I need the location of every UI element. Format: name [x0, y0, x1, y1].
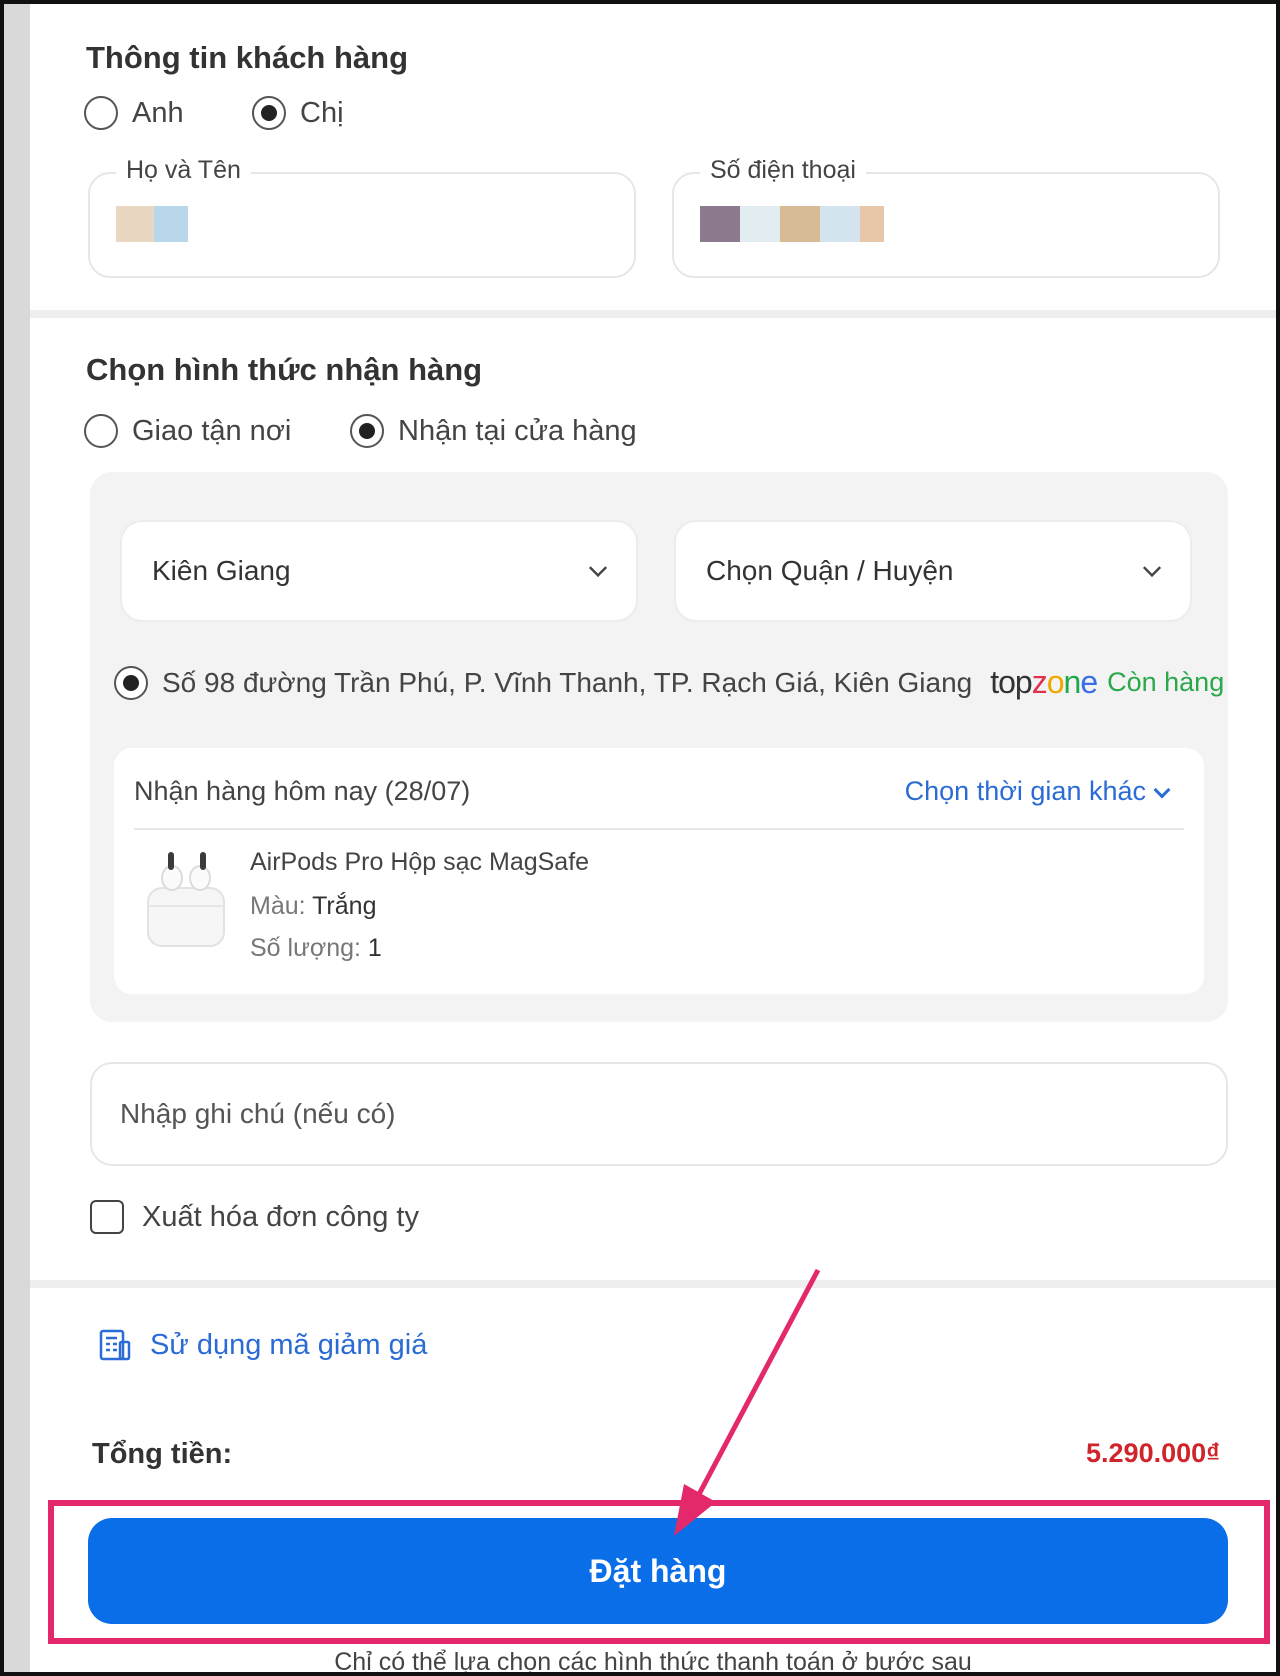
- receive-method-title: Chọn hình thức nhận hàng: [86, 352, 483, 387]
- phone-redacted-value: [700, 206, 884, 242]
- radio-home-delivery[interactable]: Giao tận nơi: [84, 414, 291, 448]
- radio-anh[interactable]: Anh: [84, 96, 184, 130]
- total-label: Tổng tiền:: [92, 1438, 233, 1470]
- product-name: AirPods Pro Hộp sạc MagSafe: [250, 848, 590, 876]
- full-name-legend: Họ và Tên: [116, 156, 251, 185]
- province-select-value: Kiên Giang: [152, 555, 291, 586]
- place-order-button[interactable]: Đặt hàng: [88, 1518, 1228, 1624]
- district-select[interactable]: Chọn Quận / Huyện: [674, 520, 1192, 622]
- delivery-card: Nhận hàng hôm nay (28/07) Chọn thời gian…: [114, 748, 1204, 994]
- payment-footnote: Chỉ có thể lựa chọn các hình thức thanh …: [334, 1648, 972, 1672]
- checkout-form: Thông tin khách hàng Anh Chị Họ và Tên S…: [30, 4, 1276, 1672]
- delivery-divider: [134, 828, 1184, 830]
- radio-store-pickup-dot[interactable]: [350, 414, 384, 448]
- chevron-down-icon: [1142, 558, 1162, 578]
- left-gutter: [4, 4, 30, 1672]
- district-select-value: Chọn Quận / Huyện: [706, 555, 954, 586]
- store-option[interactable]: Số 98 đường Trần Phú, P. Vĩnh Thanh, TP.…: [114, 664, 1224, 701]
- stock-status: Còn hàng: [1107, 667, 1225, 697]
- radio-chi-dot[interactable]: [252, 96, 286, 130]
- full-name-field[interactable]: Họ và Tên: [88, 156, 636, 278]
- product-color-label: Màu:: [250, 892, 306, 920]
- product-color: Màu: Trắng: [250, 892, 376, 921]
- coupon-icon: [99, 1329, 131, 1361]
- phone-field[interactable]: Số điện thoại: [672, 156, 1220, 278]
- product-qty-label: Số lượng:: [250, 934, 361, 962]
- section-divider: [30, 310, 1276, 318]
- store-address: Số 98 đường Trần Phú, P. Vĩnh Thanh, TP.…: [162, 666, 973, 698]
- chevron-down-icon[interactable]: [1153, 781, 1171, 799]
- company-invoice-option[interactable]: Xuất hóa đơn công ty: [90, 1200, 419, 1234]
- radio-store-pickup[interactable]: Nhận tại cửa hàng: [350, 414, 637, 448]
- product-color-value: Trắng: [312, 892, 377, 920]
- radio-store-pickup-label: Nhận tại cửa hàng: [398, 414, 637, 447]
- note-input[interactable]: Nhập ghi chú (nếu có): [90, 1062, 1228, 1166]
- phone-legend: Số điện thoại: [700, 156, 866, 185]
- coupon-link[interactable]: Sử dụng mã giảm giá: [98, 1328, 427, 1362]
- company-invoice-checkbox[interactable]: [90, 1200, 124, 1234]
- radio-anh-dot[interactable]: [84, 96, 118, 130]
- store-pickup-panel: Kiên Giang Chọn Quận / Huyện Số 98 đường…: [90, 472, 1228, 1022]
- radio-home-delivery-dot[interactable]: [84, 414, 118, 448]
- total-value: 5.290.000₫: [1086, 1438, 1220, 1468]
- radio-anh-label: Anh: [132, 96, 184, 129]
- chevron-down-icon: [588, 558, 608, 578]
- radio-chi-label: Chị: [300, 96, 344, 129]
- company-invoice-label: Xuất hóa đơn công ty: [142, 1200, 419, 1233]
- change-time-link[interactable]: Chọn thời gian khác: [905, 776, 1146, 807]
- radio-chi[interactable]: Chị: [252, 96, 344, 130]
- product-quantity: Số lượng: 1: [250, 934, 382, 963]
- radio-home-delivery-label: Giao tận nơi: [132, 414, 292, 447]
- full-name-redacted-value: [116, 206, 188, 242]
- section-divider: [30, 1280, 1276, 1288]
- customer-info-title: Thông tin khách hàng: [86, 40, 409, 75]
- topzone-logo: topzone: [990, 664, 1098, 700]
- coupon-label: Sử dụng mã giảm giá: [150, 1328, 428, 1361]
- delivery-date: Nhận hàng hôm nay (28/07): [134, 776, 471, 806]
- province-select[interactable]: Kiên Giang: [120, 520, 638, 622]
- airpods-product-image: [147, 852, 225, 947]
- note-placeholder: Nhập ghi chú (nếu có): [120, 1098, 396, 1129]
- product-qty-value: 1: [367, 934, 382, 962]
- store-radio-dot[interactable]: [114, 665, 148, 700]
